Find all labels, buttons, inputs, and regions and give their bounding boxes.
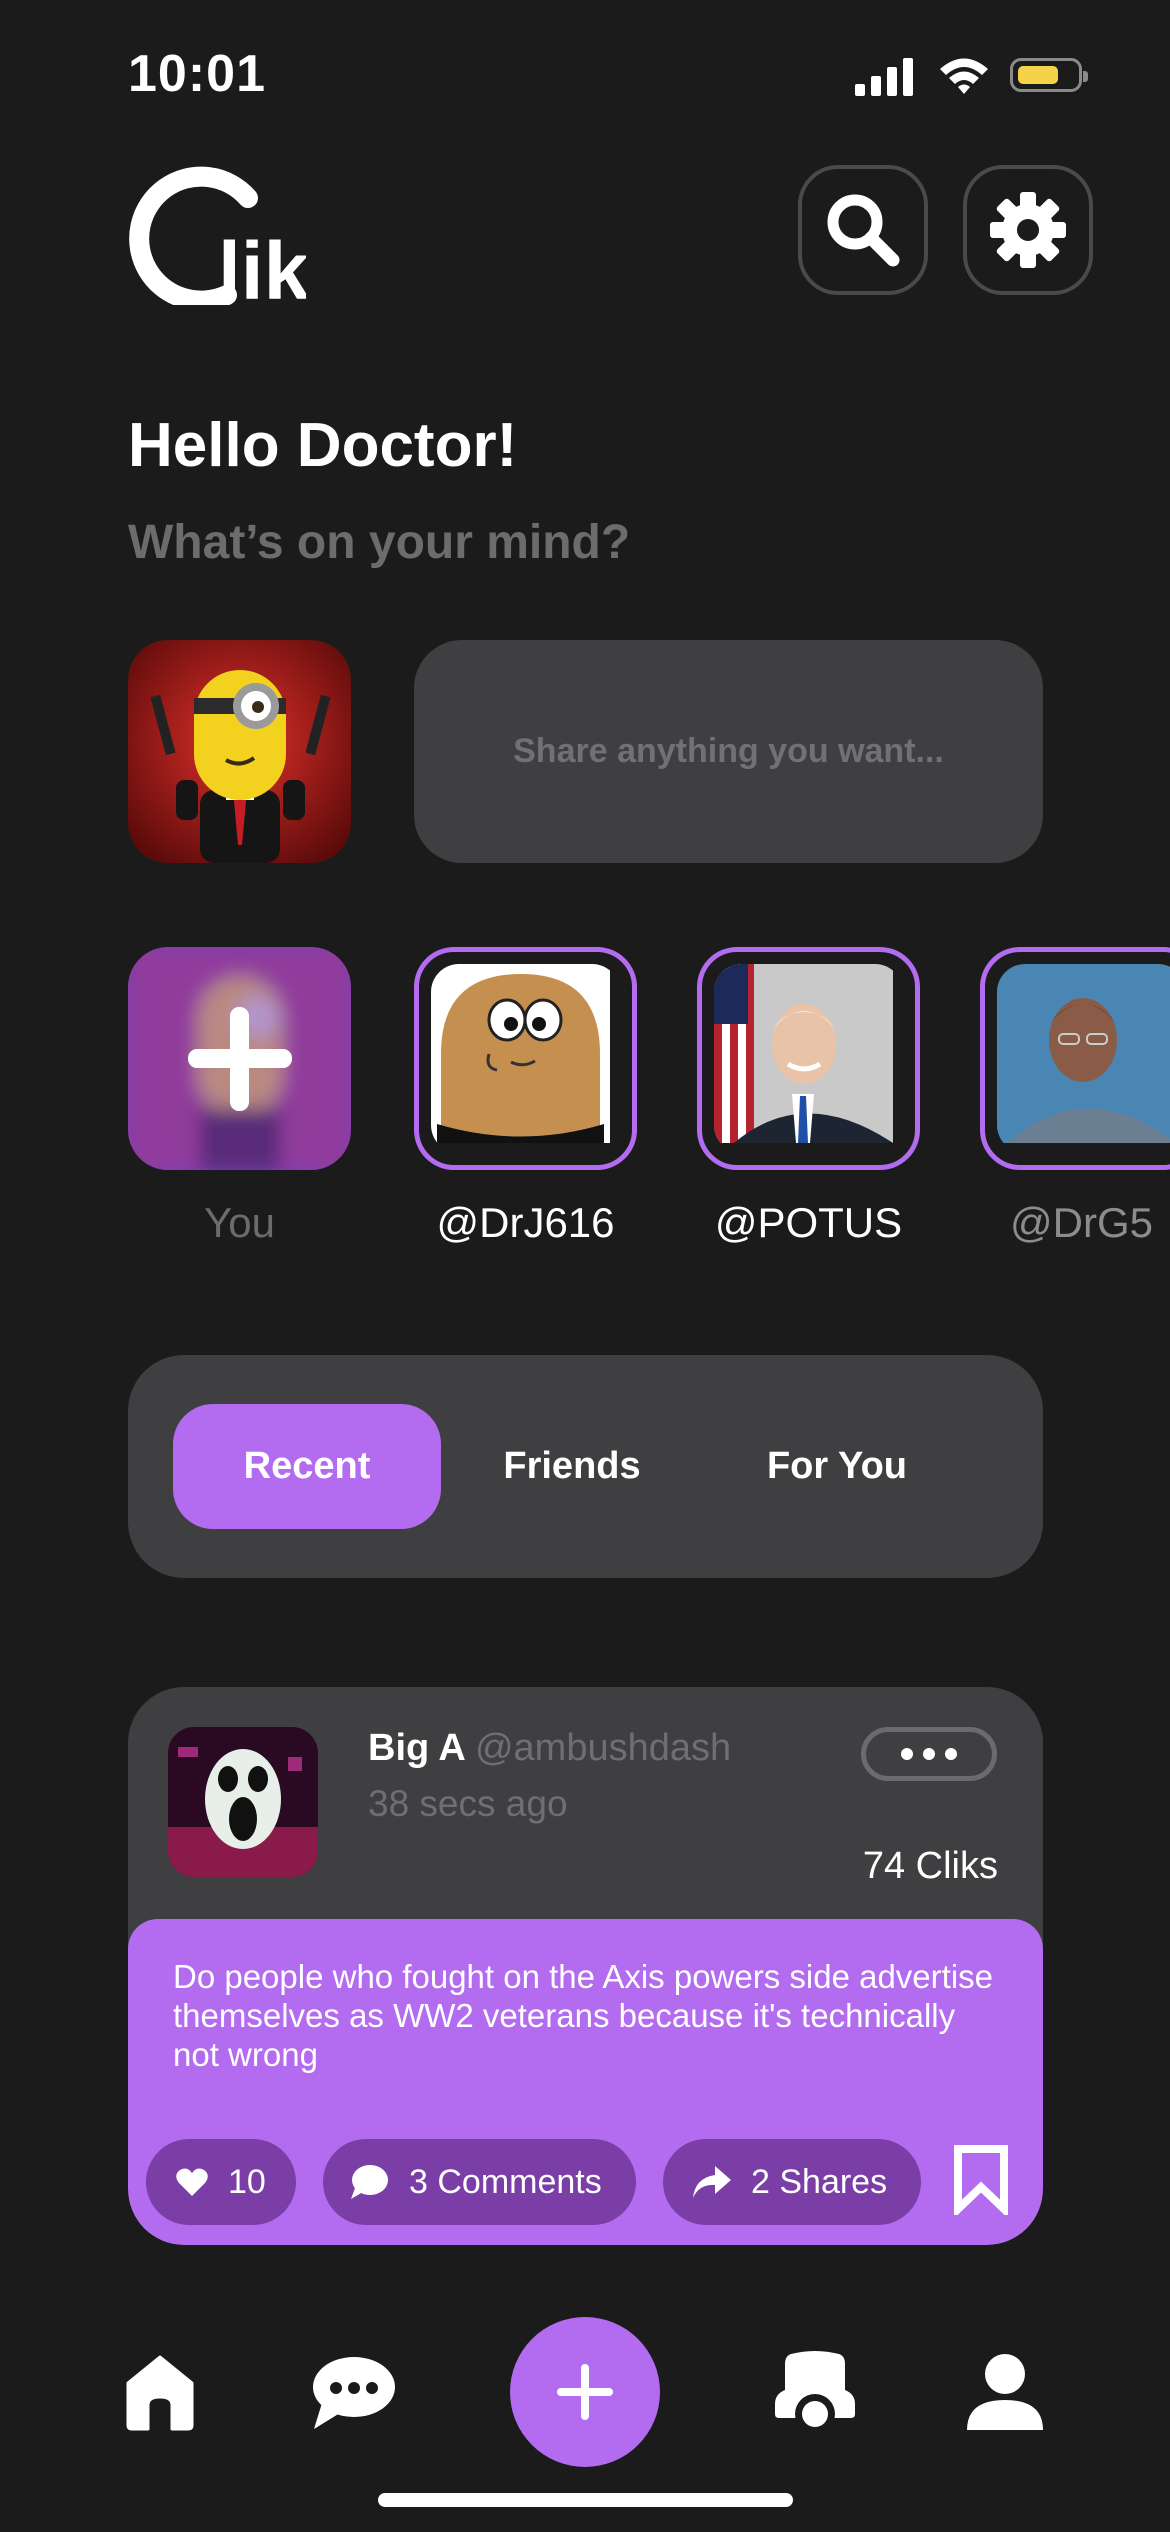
- tab-friends[interactable]: Friends: [438, 1404, 706, 1529]
- page-subtitle: What’s on your mind?: [128, 516, 631, 569]
- comments-button[interactable]: 3 Comments: [323, 2139, 636, 2225]
- more-dot-icon: [901, 1748, 913, 1760]
- like-button[interactable]: 10: [146, 2139, 296, 2225]
- story-thumbnail[interactable]: [697, 947, 920, 1170]
- user-avatar[interactable]: [128, 640, 351, 863]
- home-icon[interactable]: [126, 2355, 194, 2431]
- post-author-avatar[interactable]: [168, 1727, 318, 1877]
- post-card[interactable]: Big A @ambushdash 38 secs ago 74 Cliks D…: [128, 1687, 1043, 2245]
- logo-text: lik: [218, 226, 306, 305]
- post-cliks-count: 74 Cliks: [862, 1845, 998, 1887]
- plus-icon: [188, 1007, 292, 1111]
- story-thumbnail[interactable]: [980, 947, 1170, 1170]
- profile-icon[interactable]: [965, 2352, 1045, 2432]
- settings-button[interactable]: [963, 165, 1093, 295]
- tab-for-you[interactable]: For You: [703, 1404, 971, 1529]
- home-indicator: [378, 2493, 793, 2507]
- story-name: You: [204, 1199, 275, 1246]
- plus-icon: [557, 2364, 613, 2420]
- add-story-thumbnail[interactable]: [128, 947, 351, 1170]
- story-you[interactable]: You: [128, 947, 351, 1246]
- feed-tabs: Recent Friends For You: [128, 1355, 1043, 1578]
- app-logo[interactable]: lik: [126, 160, 306, 305]
- post-author[interactable]: Big A @ambushdash: [368, 1727, 731, 1770]
- post-author-name[interactable]: Big A: [368, 1727, 464, 1769]
- post-author-handle[interactable]: @ambushdash: [475, 1727, 731, 1769]
- page-title: Hello Doctor!: [128, 411, 518, 480]
- story-drg5[interactable]: @DrG5: [980, 947, 1170, 1247]
- wifi-icon: [940, 58, 988, 94]
- story-name: @DrG5: [1010, 1199, 1153, 1246]
- comment-icon: [351, 2165, 388, 2199]
- share-arrow-icon: [693, 2166, 731, 2198]
- like-count: 10: [228, 2162, 266, 2201]
- heart-icon: [176, 2168, 208, 2196]
- signal-icon: [855, 58, 913, 96]
- gear-icon: [990, 192, 1066, 268]
- battery-icon: [1010, 58, 1088, 92]
- search-button[interactable]: [798, 165, 928, 295]
- share-button[interactable]: 2 Shares: [663, 2139, 921, 2225]
- tab-recent[interactable]: Recent: [173, 1404, 441, 1529]
- story-thumbnail[interactable]: [414, 947, 637, 1170]
- more-dot-icon: [945, 1748, 957, 1760]
- search-icon: [827, 194, 900, 267]
- post-content: Do people who fought on the Axis powers …: [128, 1919, 1043, 2245]
- share-input[interactable]: Share anything you want...: [414, 640, 1043, 863]
- story-name: @DrJ616: [436, 1199, 615, 1246]
- comment-count: 3 Comments: [409, 2162, 602, 2201]
- bookmark-icon[interactable]: [954, 2145, 1008, 2215]
- more-options-button[interactable]: [861, 1727, 997, 1781]
- create-post-button[interactable]: [510, 2317, 660, 2467]
- share-count: 2 Shares: [751, 2162, 888, 2201]
- post-timestamp: 38 secs ago: [368, 1783, 568, 1824]
- post-text: Do people who fought on the Axis powers …: [173, 1958, 994, 2073]
- story-name: @POTUS: [714, 1199, 903, 1246]
- friends-icon[interactable]: [775, 2350, 855, 2436]
- status-time: 10:01: [128, 45, 266, 103]
- story-potus[interactable]: @POTUS: [697, 947, 920, 1246]
- chat-icon[interactable]: [310, 2355, 396, 2431]
- story-drj616[interactable]: @DrJ616: [414, 947, 637, 1246]
- more-dot-icon: [923, 1748, 935, 1760]
